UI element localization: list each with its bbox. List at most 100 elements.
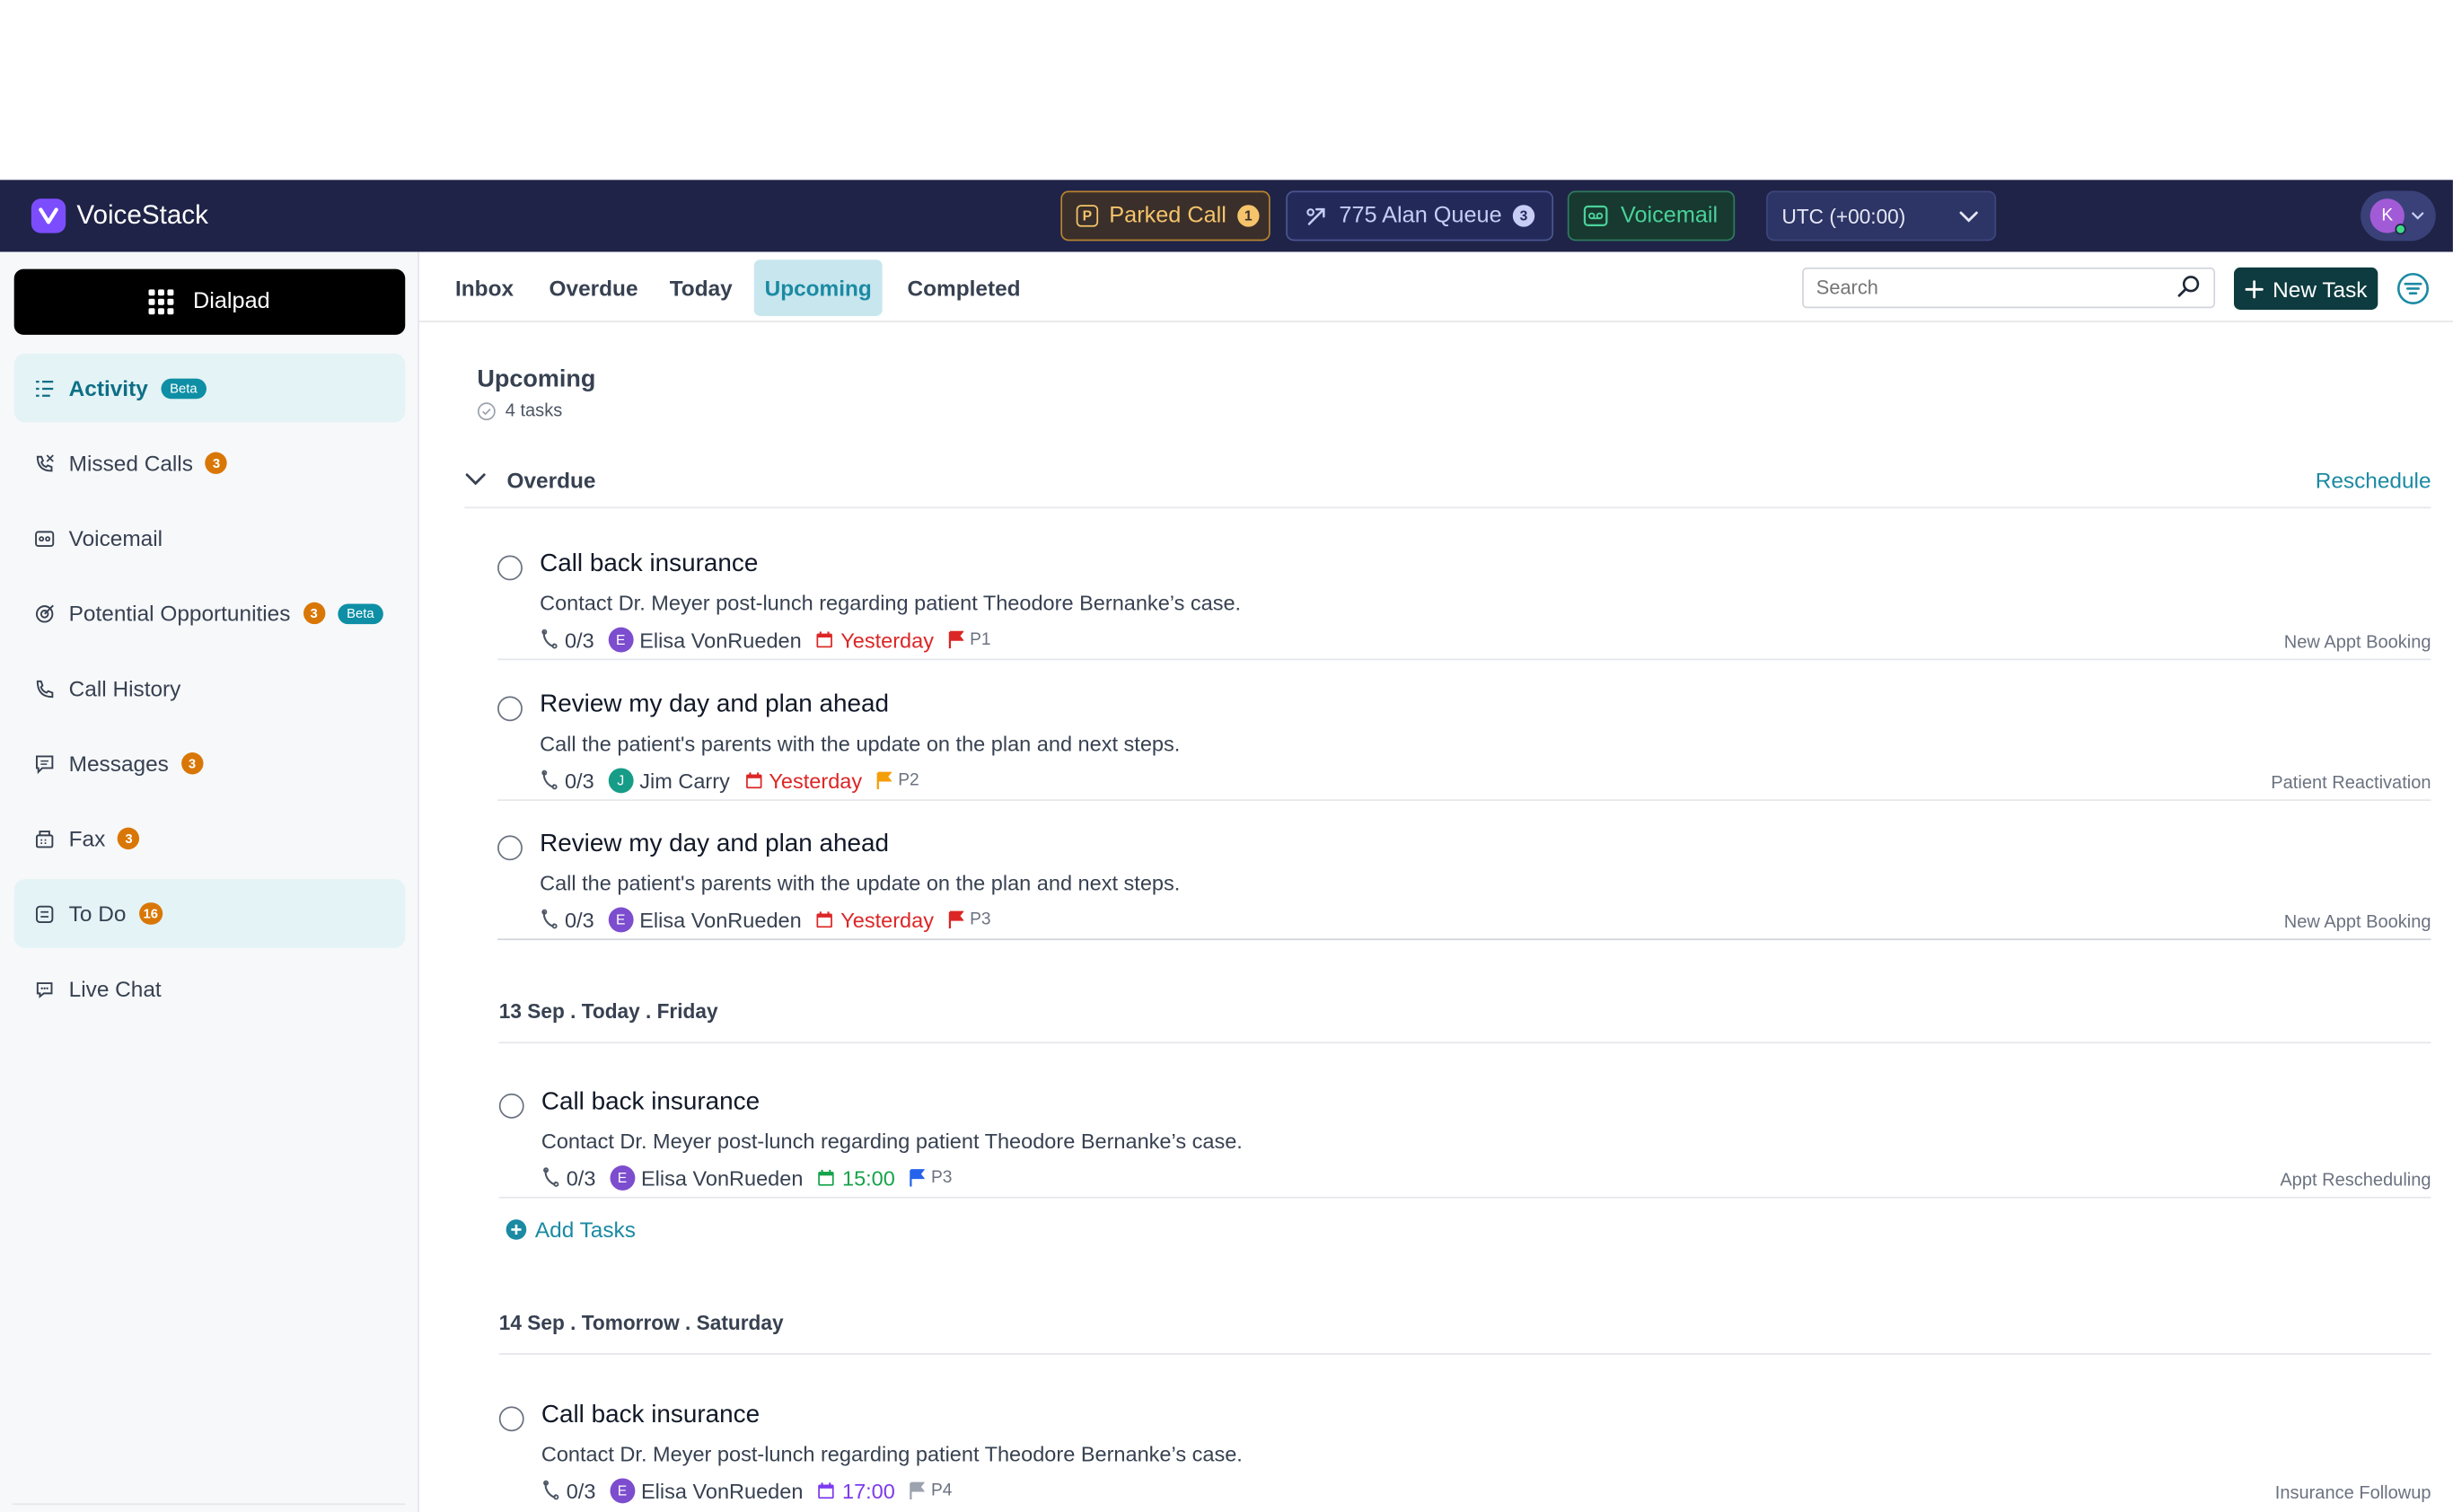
tab-today[interactable]: Today — [655, 259, 746, 316]
tab-inbox[interactable]: Inbox — [441, 259, 527, 316]
overdue-section-header[interactable]: Overdue Reschedule — [464, 453, 2431, 509]
assignee-avatar: E — [610, 1478, 635, 1504]
task-row[interactable]: Review my day and plan ahead Call the pa… — [497, 799, 2431, 941]
todo-icon — [33, 902, 55, 924]
brand[interactable]: VoiceStack — [31, 198, 208, 233]
task-checkbox[interactable] — [497, 835, 523, 861]
chevron-down-icon — [2411, 211, 2425, 220]
priority: P3 — [910, 1168, 952, 1187]
tab-overdue[interactable]: Overdue — [535, 259, 652, 316]
phone-attempt-icon — [541, 1480, 560, 1501]
call-attempts: 0/3 — [541, 1165, 596, 1191]
sidebar-item-messages[interactable]: Messages 3 — [14, 729, 406, 798]
task-meta: 0/3 E Elisa VonRueden Yesterday P3 — [540, 906, 991, 934]
new-task-button[interactable]: New Task — [2234, 267, 2378, 310]
sidebar-item-voicemail[interactable]: Voicemail — [14, 504, 406, 573]
sidebar-item-to-do[interactable]: To Do 16 — [13, 879, 406, 948]
call-attempts-value: 0/3 — [564, 769, 594, 793]
queue-count: 3 — [1512, 205, 1535, 227]
task-description: Call the patient's parents with the upda… — [540, 871, 1181, 895]
today-section-header: 13 Sep . Today . Friday — [498, 980, 2431, 1044]
sidebar-item-missed-calls[interactable]: Missed Calls 3 — [14, 428, 406, 497]
task-row[interactable]: Call back insurance Contact Dr. Meyer po… — [497, 519, 2431, 661]
voicemail-icon — [1583, 205, 1608, 227]
task-checkbox[interactable] — [497, 555, 523, 581]
live-chat-icon — [33, 978, 55, 999]
tomorrow-section-header: 14 Sep . Tomorrow . Saturday — [498, 1292, 2431, 1355]
assignee-avatar: E — [608, 627, 634, 653]
voicemail-button[interactable]: Voicemail — [1567, 190, 1736, 242]
call-attempts-value: 0/3 — [566, 1165, 596, 1191]
sidebar-item-label: Potential Opportunities — [68, 601, 291, 626]
sidebar-item-call-history[interactable]: Call History — [14, 654, 406, 723]
plus-icon — [2245, 279, 2264, 298]
sidebar-bottom-divider — [12, 1503, 406, 1506]
priority: P4 — [910, 1481, 953, 1500]
sidebar-item-label: Voicemail — [68, 525, 163, 551]
parked-call-label: Parked Call — [1109, 203, 1226, 229]
call-attempts: 0/3 — [540, 908, 594, 932]
assignee-name: Elisa VonRueden — [640, 1479, 804, 1503]
sidebar-item-live-chat[interactable]: Live Chat — [14, 954, 406, 1024]
task-checkbox[interactable] — [498, 1093, 524, 1119]
sidebar-item-label: Activity — [68, 375, 148, 401]
timezone-select[interactable]: UTC (+00:00) — [1766, 190, 1997, 242]
assignee: E Elisa VonRueden — [610, 1165, 803, 1191]
reschedule-link[interactable]: Reschedule — [2316, 467, 2431, 492]
calendar-icon — [815, 630, 834, 649]
task-row[interactable]: Review my day and plan ahead Call the pa… — [497, 660, 2431, 802]
due-date-value: 15:00 — [841, 1165, 895, 1191]
task-description: Contact Dr. Meyer post-lunch regarding p… — [541, 1442, 1243, 1466]
sidebar-item-fax[interactable]: Fax 3 — [14, 804, 406, 874]
assignee: E Elisa VonRueden — [608, 907, 802, 933]
search-input[interactable] — [1802, 267, 2216, 309]
task-title: Review my day and plan ahead — [540, 691, 890, 718]
task-row[interactable]: Call back insurance Contact Dr. Meyer po… — [498, 1370, 2431, 1511]
sidebar: Dialpad Activity Beta Missed Calls 3 Voi… — [0, 251, 419, 1512]
search-icon[interactable] — [2176, 274, 2202, 299]
assignee-avatar: E — [608, 907, 634, 933]
task-row[interactable]: Call back insurance Contact Dr. Meyer po… — [498, 1058, 2431, 1199]
sidebar-item-potential-opportunities[interactable]: Potential Opportunities 3 Beta — [14, 579, 406, 648]
chevron-down-icon[interactable] — [464, 472, 486, 487]
message-icon — [33, 752, 55, 774]
brand-name: VoiceStack — [76, 200, 208, 231]
missed-calls-count: 3 — [205, 452, 228, 474]
phone-attempt-icon — [541, 1167, 560, 1189]
dialpad-button[interactable]: Dialpad — [13, 268, 406, 335]
check-circle-icon — [477, 402, 496, 421]
filter-icon[interactable] — [2396, 272, 2430, 305]
sidebar-item-activity[interactable]: Activity Beta — [13, 353, 406, 423]
task-checkbox[interactable] — [498, 1406, 524, 1432]
due-date: Yesterday — [815, 908, 934, 932]
tab-upcoming[interactable]: Upcoming — [753, 259, 883, 316]
queue-label: 775 Alan Queue — [1339, 203, 1502, 229]
assignee-name: Elisa VonRueden — [639, 908, 802, 932]
assignee-name: Elisa VonRueden — [640, 1165, 804, 1191]
dialpad-label: Dialpad — [193, 289, 270, 315]
user-menu[interactable]: K — [2361, 190, 2436, 242]
call-attempts-value: 0/3 — [566, 1479, 596, 1503]
parked-call-button[interactable]: P Parked Call 1 — [1060, 190, 1270, 242]
assignee: E Elisa VonRueden — [610, 1478, 804, 1504]
messages-count: 3 — [180, 752, 204, 775]
task-checkbox[interactable] — [497, 696, 523, 722]
sidebar-item-label: Fax — [68, 825, 106, 851]
task-description: Contact Dr. Meyer post-lunch regarding p… — [541, 1129, 1243, 1154]
assignee-name: Jim Carry — [639, 769, 730, 793]
priority-value: P4 — [930, 1481, 953, 1500]
calendar-icon — [815, 910, 834, 929]
add-tasks-label: Add Tasks — [534, 1217, 636, 1243]
task-title: Call back insurance — [540, 550, 759, 577]
phone-attempt-icon — [540, 769, 558, 791]
task-count: 4 tasks — [477, 402, 562, 421]
tab-completed[interactable]: Completed — [893, 259, 1034, 316]
voicemail-label: Voicemail — [1621, 203, 1719, 229]
queue-button[interactable]: 775 Alan Queue 3 — [1286, 190, 1554, 242]
task-tag: New Appt Booking — [2283, 633, 2431, 653]
add-tasks-button[interactable]: Add Tasks — [506, 1217, 636, 1243]
queue-icon — [1305, 204, 1328, 227]
avatar-initial: K — [2381, 206, 2394, 225]
task-title: Call back insurance — [541, 1402, 761, 1428]
task-meta: 0/3 J Jim Carry Yesterday P2 — [540, 767, 919, 795]
